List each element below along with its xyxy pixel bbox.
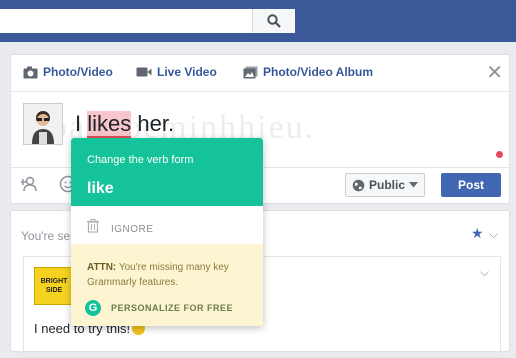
tab-label: Live Video [157,65,217,79]
grammarly-suggestion-card: Change the verb form like IGNORE ATTN: Y… [71,138,263,326]
composer-tabs: Photo/Video Live Video Photo/Video Album… [11,55,509,92]
top-nav-bar [0,0,516,42]
chevron-down-icon [409,182,419,188]
ignore-button[interactable]: IGNORE [111,224,153,235]
text-after: her. [131,111,175,136]
attn-message: ATTN: You're missing many key Grammarly … [87,260,247,290]
suggested-replacement[interactable]: like [87,180,114,198]
grammarly-error-indicator[interactable] [496,151,503,158]
attn-label: ATTN: [87,262,117,273]
tab-label: Photo/Video [43,65,113,79]
camera-icon [23,66,38,78]
privacy-selector[interactable]: Public [345,173,426,197]
grammarly-logo-icon: G [85,300,101,316]
ignore-row[interactable] [71,206,263,244]
tab-photo-video-album[interactable]: Photo/Video Album [243,65,373,79]
grammar-error-highlight[interactable]: likes [87,111,132,138]
user-photo-icon [32,111,54,144]
page-logo[interactable]: BRIGHT SIDE [34,267,74,305]
post-options-chevron-icon[interactable]: ⌵ [480,265,489,280]
text-before: I [75,111,88,136]
tab-live-video[interactable]: Live Video [136,65,217,79]
globe-icon [352,179,365,191]
chevron-down-icon[interactable]: ⌵ [489,227,498,242]
close-icon[interactable]: ✕ [486,63,503,83]
star-icon[interactable]: ★ [471,225,484,242]
tab-photo-video[interactable]: Photo/Video [23,65,113,79]
video-camera-icon [136,67,152,77]
post-button[interactable]: Post [441,173,501,197]
privacy-label: Public [369,178,406,192]
post-text-input[interactable]: I likes her. [75,111,175,138]
search-input[interactable] [0,9,294,33]
tab-label: Photo/Video Album [263,65,373,79]
suggestion-title: Change the verb form [87,154,194,166]
search-button[interactable] [252,9,295,33]
search-icon [267,14,281,28]
avatar [23,103,63,145]
tag-friends-icon[interactable] [20,175,39,198]
personalize-button[interactable]: PERSONALIZE FOR FREE [111,303,233,313]
album-icon [243,66,258,78]
feed-section-label: You're se [21,229,71,243]
trash-icon[interactable] [87,219,99,238]
